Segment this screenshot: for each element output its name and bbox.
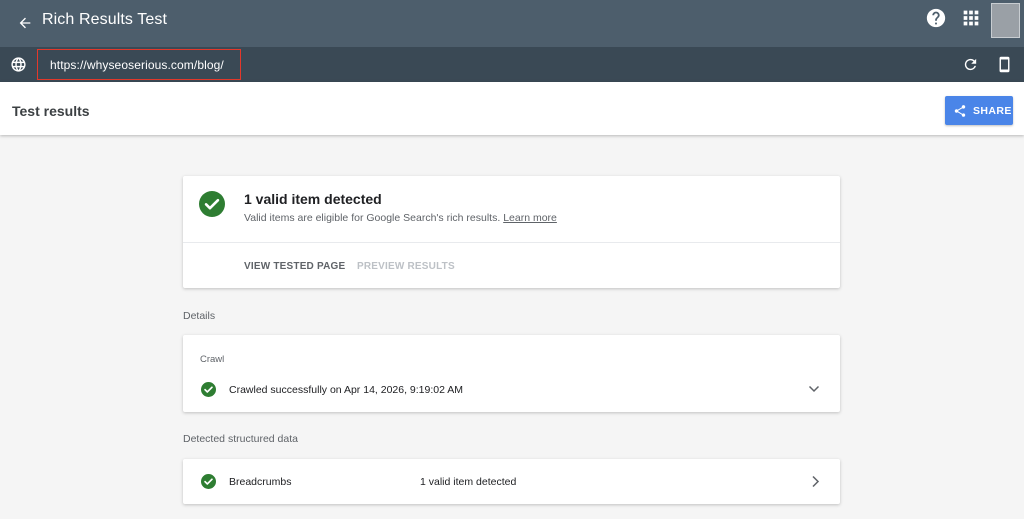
apps-grid-icon[interactable] [960,7,982,29]
structured-data-item-status: 1 valid item detected [420,476,517,488]
divider [183,242,840,243]
tab-preview-results[interactable]: PREVIEW RESULTS [357,261,455,272]
summary-title: 1 valid item detected [244,191,382,207]
share-icon [954,104,966,117]
app-title: Rich Results Test [42,11,168,28]
smartphone-icon[interactable] [996,55,1013,74]
check-circle-icon [201,474,216,489]
chevron-down-icon[interactable] [808,384,820,394]
refresh-icon[interactable] [962,56,979,73]
summary-card: 1 valid item detected Valid items are el… [183,176,840,288]
crawl-status: Crawled successfully on Apr 14, 2026, 9:… [229,384,464,396]
chevron-right-icon [812,475,820,488]
structured-data-item-name: Breadcrumbs [229,476,292,488]
structured-data-item-breadcrumbs[interactable]: Breadcrumbs 1 valid item detected [183,459,840,504]
tab-view-tested-page[interactable]: VIEW TESTED PAGE [244,261,345,272]
share-button[interactable]: SHARE [945,96,1013,125]
page-title: Test results [12,103,90,119]
share-button-label: SHARE [973,104,1012,117]
crawl-card[interactable]: Crawl Crawled successfully on Apr 14, 20… [183,335,840,412]
check-circle-icon [199,191,225,217]
summary-description: Valid items are eligible for Google Sear… [244,212,557,224]
tested-url-field[interactable]: https://whyseoserious.com/blog/ [37,49,241,80]
learn-more-link[interactable]: Learn more [503,212,557,224]
top-app-bar: Rich Results Test [0,0,1024,47]
back-button[interactable] [8,6,42,40]
tested-url-text: https://whyseoserious.com/blog/ [50,57,224,72]
globe-icon [11,57,26,72]
results-header: Test results [0,82,1024,135]
details-section-label: Details [183,310,216,322]
help-circle-icon[interactable] [925,7,947,29]
arrow-left-icon [19,17,31,29]
crawl-heading: Crawl [200,354,225,365]
structured-data-section-label: Detected structured data [183,433,298,445]
check-circle-icon [201,382,216,397]
url-bar: https://whyseoserious.com/blog/ [0,47,1024,82]
account-avatar[interactable] [991,3,1020,38]
summary-description-text: Valid items are eligible for Google Sear… [244,212,501,224]
